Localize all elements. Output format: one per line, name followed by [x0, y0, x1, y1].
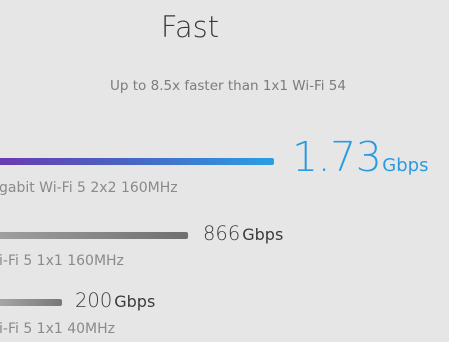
page-subtitle: Up to 8.5x faster than 1x1 Wi-Fi 54	[110, 78, 346, 94]
speed-number: 200	[75, 289, 113, 312]
speed-value-wifi5-1x1-160: 866 Gbps	[203, 222, 283, 245]
speed-unit: Gbps	[382, 155, 429, 176]
speed-number: 866	[203, 222, 241, 245]
speed-caption-wifi5-1x1-160: i-Fi 5 1x1 160MHz	[0, 253, 124, 269]
page-title: Fast	[160, 10, 220, 44]
speed-comparison-panel: Fast Up to 8.5x faster than 1x1 Wi-Fi 54…	[0, 0, 449, 342]
speed-bar-wifi5-1x1-40	[0, 299, 62, 306]
speed-unit: Gbps	[114, 292, 156, 311]
speed-caption-wifi5-1x1-40: i-Fi 5 1x1 40MHz	[0, 321, 115, 337]
speed-bar-wifi5-2x2-160	[0, 158, 274, 165]
speed-caption-wifi5-2x2-160: gabit Wi-Fi 5 2x2 160MHz	[0, 180, 178, 196]
speed-unit: Gbps	[242, 225, 284, 244]
speed-number: 1.73	[292, 133, 382, 181]
speed-value-wifi5-1x1-40: 200 Gbps	[75, 289, 155, 312]
speed-value-wifi5-2x2-160: 1.73Gbps	[292, 133, 428, 181]
speed-bar-wifi5-1x1-160	[0, 232, 188, 239]
